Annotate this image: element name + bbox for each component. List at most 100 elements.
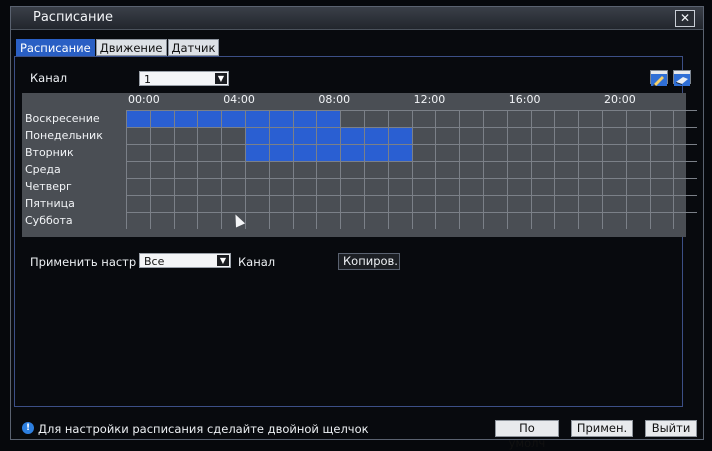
copy-button[interactable]: Копиров.	[338, 253, 400, 270]
schedule-cell[interactable]	[126, 195, 150, 212]
schedule-cell[interactable]	[459, 161, 483, 178]
schedule-cell[interactable]	[649, 161, 674, 178]
schedule-cell[interactable]	[673, 144, 698, 161]
schedule-cell[interactable]	[364, 161, 388, 178]
schedule-cell[interactable]	[364, 127, 388, 144]
schedule-cell[interactable]	[340, 212, 364, 229]
schedule-cell[interactable]	[292, 178, 317, 195]
schedule-cell[interactable]	[387, 110, 412, 127]
schedule-cell[interactable]	[387, 144, 412, 161]
schedule-cell[interactable]	[673, 212, 698, 229]
schedule-cell[interactable]	[411, 144, 436, 161]
schedule-cell[interactable]	[530, 178, 555, 195]
erase-button[interactable]	[673, 70, 691, 86]
tab-sensor[interactable]: Датчик	[167, 39, 220, 56]
schedule-cell[interactable]	[221, 144, 245, 161]
schedule-cell[interactable]	[364, 144, 388, 161]
schedule-cell[interactable]	[197, 161, 222, 178]
schedule-grid[interactable]: 00:00 04:00 08:00 12:00 16:00 20:00 Воскресен…	[22, 93, 698, 237]
schedule-cell[interactable]	[459, 195, 483, 212]
schedule-cell[interactable]	[149, 178, 174, 195]
schedule-cell[interactable]	[364, 178, 388, 195]
schedule-cell[interactable]	[292, 161, 317, 178]
schedule-cell[interactable]	[340, 178, 364, 195]
schedule-cell[interactable]	[364, 212, 388, 229]
schedule-cell[interactable]	[411, 195, 436, 212]
schedule-cell[interactable]	[340, 110, 364, 127]
schedule-cell[interactable]	[173, 127, 198, 144]
schedule-cell[interactable]	[435, 178, 460, 195]
schedule-cell[interactable]	[126, 144, 150, 161]
schedule-cell[interactable]	[340, 127, 364, 144]
schedule-cell[interactable]	[625, 178, 650, 195]
schedule-cell[interactable]	[268, 195, 293, 212]
schedule-cell[interactable]	[625, 195, 650, 212]
channel-select[interactable]: 1 ▼	[139, 71, 229, 86]
schedule-cell[interactable]	[268, 212, 293, 229]
schedule-cell[interactable]	[602, 110, 626, 127]
tab-motion[interactable]: Движение	[95, 39, 167, 56]
schedule-cell[interactable]	[625, 127, 650, 144]
schedule-cell[interactable]	[221, 161, 245, 178]
schedule-cell[interactable]	[197, 212, 222, 229]
schedule-cell[interactable]	[387, 195, 412, 212]
schedule-cell[interactable]	[435, 195, 460, 212]
schedule-cell[interactable]	[554, 161, 579, 178]
schedule-cell[interactable]	[387, 212, 412, 229]
schedule-cell[interactable]	[221, 110, 245, 127]
schedule-cell[interactable]	[483, 144, 507, 161]
schedule-cell[interactable]	[459, 110, 483, 127]
schedule-cell[interactable]	[649, 110, 674, 127]
schedule-cell[interactable]	[506, 178, 531, 195]
schedule-cell[interactable]	[506, 144, 531, 161]
schedule-cell[interactable]	[530, 212, 555, 229]
schedule-cell[interactable]	[268, 127, 293, 144]
schedule-cell[interactable]	[411, 212, 436, 229]
schedule-cell[interactable]	[435, 127, 460, 144]
schedule-cell[interactable]	[197, 110, 222, 127]
schedule-cell[interactable]	[554, 195, 579, 212]
schedule-cell[interactable]	[506, 161, 531, 178]
schedule-cell[interactable]	[673, 178, 698, 195]
schedule-cell[interactable]	[197, 127, 222, 144]
schedule-cell[interactable]	[459, 144, 483, 161]
schedule-cell[interactable]	[173, 212, 198, 229]
schedule-cell[interactable]	[126, 178, 150, 195]
schedule-cell[interactable]	[506, 127, 531, 144]
schedule-cell[interactable]	[173, 144, 198, 161]
schedule-cell[interactable]	[173, 110, 198, 127]
schedule-cell[interactable]	[483, 178, 507, 195]
schedule-cell[interactable]	[316, 212, 341, 229]
schedule-cell[interactable]	[578, 127, 602, 144]
schedule-cell[interactable]	[554, 127, 579, 144]
schedule-cell[interactable]	[578, 212, 602, 229]
schedule-cell[interactable]	[316, 144, 341, 161]
schedule-cell[interactable]	[149, 212, 174, 229]
schedule-cell[interactable]	[530, 127, 555, 144]
schedule-cell[interactable]	[221, 195, 245, 212]
schedule-cell[interactable]	[245, 144, 269, 161]
schedule-cell[interactable]	[245, 127, 269, 144]
schedule-cell[interactable]	[649, 195, 674, 212]
schedule-cell[interactable]	[602, 195, 626, 212]
schedule-cell[interactable]	[459, 212, 483, 229]
schedule-cell[interactable]	[149, 127, 174, 144]
schedule-cell[interactable]	[245, 110, 269, 127]
schedule-cell[interactable]	[173, 195, 198, 212]
schedule-cell[interactable]	[149, 110, 174, 127]
schedule-cell[interactable]	[530, 161, 555, 178]
schedule-cell[interactable]	[340, 161, 364, 178]
schedule-cell[interactable]	[483, 161, 507, 178]
schedule-cell[interactable]	[292, 127, 317, 144]
schedule-cell[interactable]	[316, 127, 341, 144]
schedule-cell[interactable]	[268, 178, 293, 195]
schedule-cell[interactable]	[245, 178, 269, 195]
schedule-cell[interactable]	[387, 127, 412, 144]
schedule-cell[interactable]	[673, 127, 698, 144]
schedule-cell[interactable]	[602, 144, 626, 161]
schedule-cell[interactable]	[459, 127, 483, 144]
schedule-cell[interactable]	[126, 110, 150, 127]
schedule-cell[interactable]	[554, 144, 579, 161]
schedule-cell[interactable]	[245, 161, 269, 178]
default-button[interactable]: По умолч	[495, 420, 559, 450]
